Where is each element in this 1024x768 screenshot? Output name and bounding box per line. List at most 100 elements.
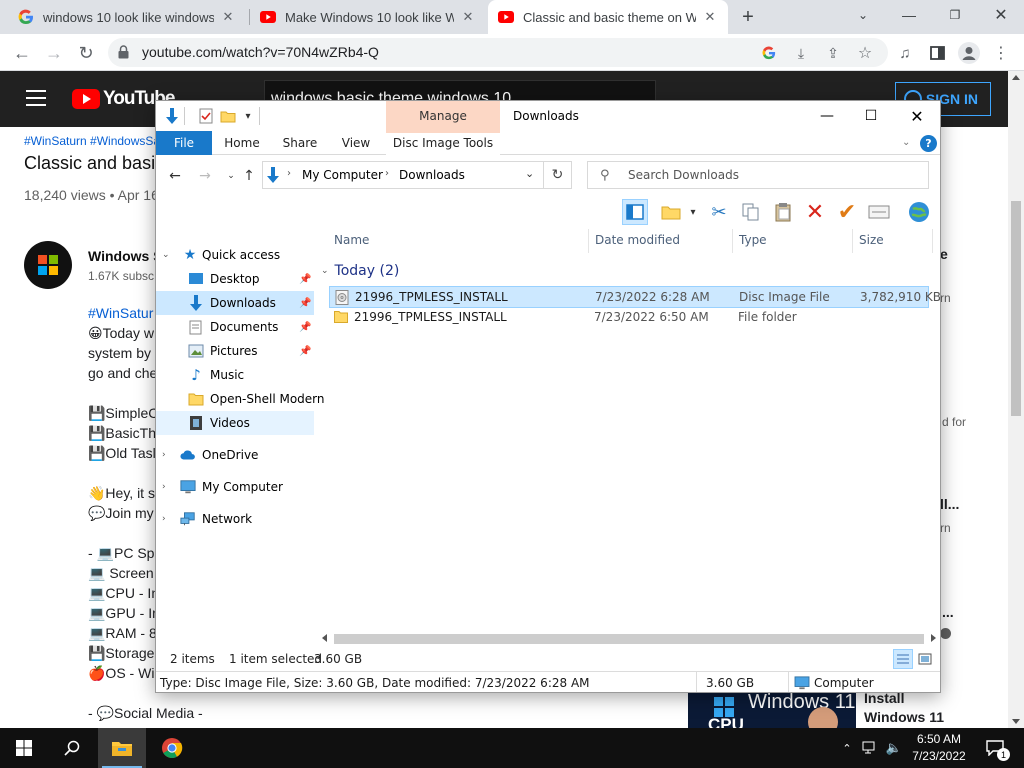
details-view-icon[interactable] <box>893 649 913 669</box>
close-window-icon[interactable]: ✕ <box>894 101 940 131</box>
expand-chevron-icon[interactable]: › <box>162 482 166 492</box>
column-size[interactable]: Size <box>859 233 884 247</box>
back-arrow-icon[interactable]: ← <box>8 39 36 67</box>
column-date-modified[interactable]: Date modified <box>595 233 680 247</box>
taskbar-chrome[interactable] <box>148 728 196 768</box>
show-hidden-icons-chevron-icon[interactable]: ⌃ <box>838 728 856 768</box>
rename-check-icon[interactable]: ✔ <box>834 199 860 225</box>
address-bar[interactable]: youtube.com/watch?v=70N4wZRb4-Q ⤓ ⇪ ☆ <box>108 38 888 67</box>
scroll-left-icon[interactable] <box>322 634 327 642</box>
customize-quick-access-icon[interactable]: ▾ <box>240 108 256 124</box>
up-arrow-icon[interactable]: ↑ <box>240 167 258 185</box>
large-icons-view-icon[interactable] <box>915 649 935 669</box>
new-folder-icon[interactable] <box>220 108 236 124</box>
nav-item-my-computer[interactable]: › My Computer <box>156 475 314 499</box>
breadcrumb-downloads[interactable]: Downloads <box>399 168 465 182</box>
tab-view[interactable]: View <box>334 131 378 155</box>
ribbon-expand-icon[interactable]: ⌄ <box>902 137 910 148</box>
collapse-chevron-icon[interactable]: ⌄ <box>321 266 329 276</box>
scroll-down-icon[interactable] <box>1012 719 1020 724</box>
tab-search-icon[interactable]: ⌄ <box>840 0 886 30</box>
tab-home[interactable]: Home <box>218 131 266 155</box>
nav-item-music[interactable]: ♪ Music <box>156 363 314 387</box>
nav-item-downloads[interactable]: Downloads 📌 <box>156 291 314 315</box>
navigation-pane-icon[interactable] <box>622 199 648 225</box>
group-header-today[interactable]: ⌄ Today (2) <box>321 263 399 279</box>
column-divider[interactable] <box>588 229 589 253</box>
column-divider[interactable] <box>932 229 933 253</box>
action-center-button[interactable]: 1 <box>980 728 1010 768</box>
volume-speaker-icon[interactable]: 🔈 <box>884 728 904 768</box>
close-icon[interactable]: ✕ <box>702 9 718 25</box>
scrollbar-thumb[interactable] <box>334 634 924 644</box>
manage-contextual-tab[interactable]: Manage <box>386 101 500 131</box>
google-lens-icon[interactable] <box>760 44 778 62</box>
breadcrumb-my-computer[interactable]: My Computer <box>302 168 383 182</box>
channel-avatar[interactable] <box>24 241 72 289</box>
dropdown-arrow-icon[interactable]: ▾ <box>680 199 706 225</box>
nav-item-onedrive[interactable]: › OneDrive <box>156 443 314 467</box>
start-button[interactable] <box>0 728 48 768</box>
restore-icon[interactable]: ❐ <box>932 0 978 30</box>
close-icon[interactable]: ✕ <box>220 9 236 25</box>
close-window-icon[interactable]: ✕ <box>978 0 1024 30</box>
page-scrollbar[interactable] <box>1008 71 1024 728</box>
tab-disc-image-tools[interactable]: Disc Image Tools <box>386 131 500 155</box>
column-type[interactable]: Type <box>739 233 767 247</box>
close-icon[interactable]: ✕ <box>460 9 476 25</box>
expand-chevron-icon[interactable]: › <box>162 450 166 460</box>
nav-item-documents[interactable]: Documents 📌 <box>156 315 314 339</box>
properties-icon[interactable] <box>198 108 214 124</box>
scroll-right-icon[interactable] <box>931 634 936 642</box>
nav-item-quick-access[interactable]: ⌄ ★ Quick access <box>156 243 314 267</box>
recommended-thumbnail[interactable]: Windows 11 CPU <box>688 693 856 728</box>
taskbar-search-icon[interactable] <box>50 728 94 768</box>
browser-tab-youtube-active[interactable]: Classic and basic theme on Windows ✕ <box>488 0 728 34</box>
minimize-icon[interactable]: — <box>886 0 932 30</box>
install-app-icon[interactable]: ⤓ <box>792 44 810 62</box>
column-divider[interactable] <box>732 229 733 253</box>
media-control-icon[interactable]: ♫ <box>894 42 916 64</box>
expand-chevron-icon[interactable]: › <box>162 514 166 524</box>
browser-tab-youtube-1[interactable]: Make Windows 10 look like Windows ✕ <box>250 0 486 34</box>
nav-item-network[interactable]: › Network <box>156 507 314 531</box>
refresh-icon[interactable]: ↻ <box>544 161 572 189</box>
browser-tab-google-search[interactable]: windows 10 look like windows vista ✕ <box>8 0 246 34</box>
more-menu-icon[interactable]: ⋮ <box>990 42 1012 64</box>
column-divider[interactable] <box>852 229 853 253</box>
hamburger-menu-icon[interactable] <box>26 90 46 106</box>
column-name[interactable]: Name <box>334 233 369 247</box>
maximize-icon[interactable]: ☐ <box>848 101 894 131</box>
help-icon[interactable]: ? <box>920 135 937 152</box>
bookmark-star-icon[interactable]: ☆ <box>856 44 874 62</box>
forward-arrow-icon[interactable]: → <box>196 167 214 185</box>
paste-clipboard-icon[interactable] <box>770 199 796 225</box>
nav-item-pictures[interactable]: Pictures 📌 <box>156 339 314 363</box>
nav-item-desktop[interactable]: Desktop 📌 <box>156 267 314 291</box>
forward-arrow-icon[interactable]: → <box>40 39 68 67</box>
minimize-icon[interactable]: — <box>804 101 850 131</box>
nav-item-videos[interactable]: Videos <box>156 411 314 435</box>
profile-avatar-icon[interactable] <box>958 42 980 64</box>
address-dropdown-icon[interactable]: ⌄ <box>525 167 534 180</box>
side-panel-icon[interactable] <box>926 42 948 64</box>
explorer-address-bar[interactable]: › My Computer › Downloads ⌄ <box>262 161 544 189</box>
share-icon[interactable]: ⇪ <box>824 44 842 62</box>
cut-scissors-icon[interactable]: ✂ <box>706 199 732 225</box>
nav-item-open-shell[interactable]: Open-Shell Modern <box>156 387 325 411</box>
explorer-search-input[interactable]: ⚲ Search Downloads <box>587 161 929 189</box>
network-tray-icon[interactable] <box>860 728 880 768</box>
file-row[interactable]: 21996_TPMLESS_INSTALL 7/23/2022 6:50 AM … <box>329 307 929 329</box>
delete-x-icon[interactable]: ✕ <box>802 199 828 225</box>
reload-icon[interactable]: ↻ <box>72 39 100 67</box>
taskbar-file-explorer[interactable] <box>98 728 146 768</box>
recent-locations-icon[interactable]: ⌄ <box>222 167 240 185</box>
copy-icon[interactable] <box>738 199 764 225</box>
tab-file[interactable]: File <box>156 131 212 155</box>
scroll-up-icon[interactable] <box>1012 75 1020 80</box>
channel-name[interactable]: Windows S <box>88 248 163 264</box>
back-arrow-icon[interactable]: ← <box>166 167 184 185</box>
expand-chevron-icon[interactable]: ⌄ <box>162 250 170 260</box>
tab-share[interactable]: Share <box>274 131 326 155</box>
horizontal-scrollbar[interactable] <box>318 631 940 647</box>
